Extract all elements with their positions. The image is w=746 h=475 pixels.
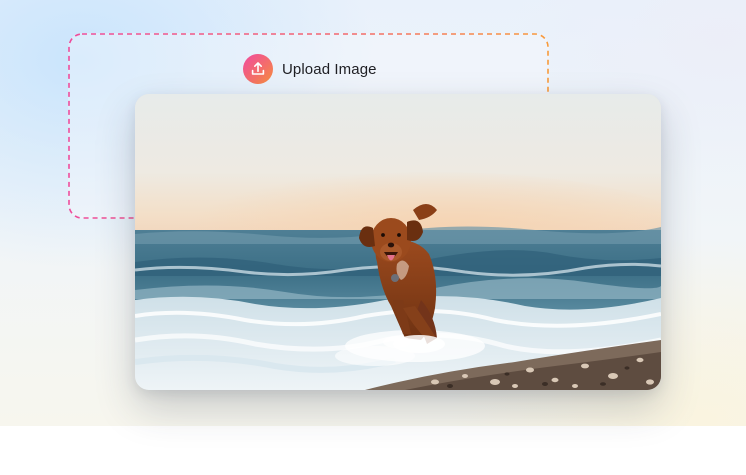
photo-preview	[135, 94, 661, 390]
upload-icon	[243, 54, 273, 84]
upload-image-label: Upload Image	[282, 60, 377, 78]
dog-beach-photo	[135, 94, 661, 390]
hero-background: Upload Image	[0, 0, 746, 426]
upload-image-button[interactable]: Upload Image	[243, 54, 377, 84]
